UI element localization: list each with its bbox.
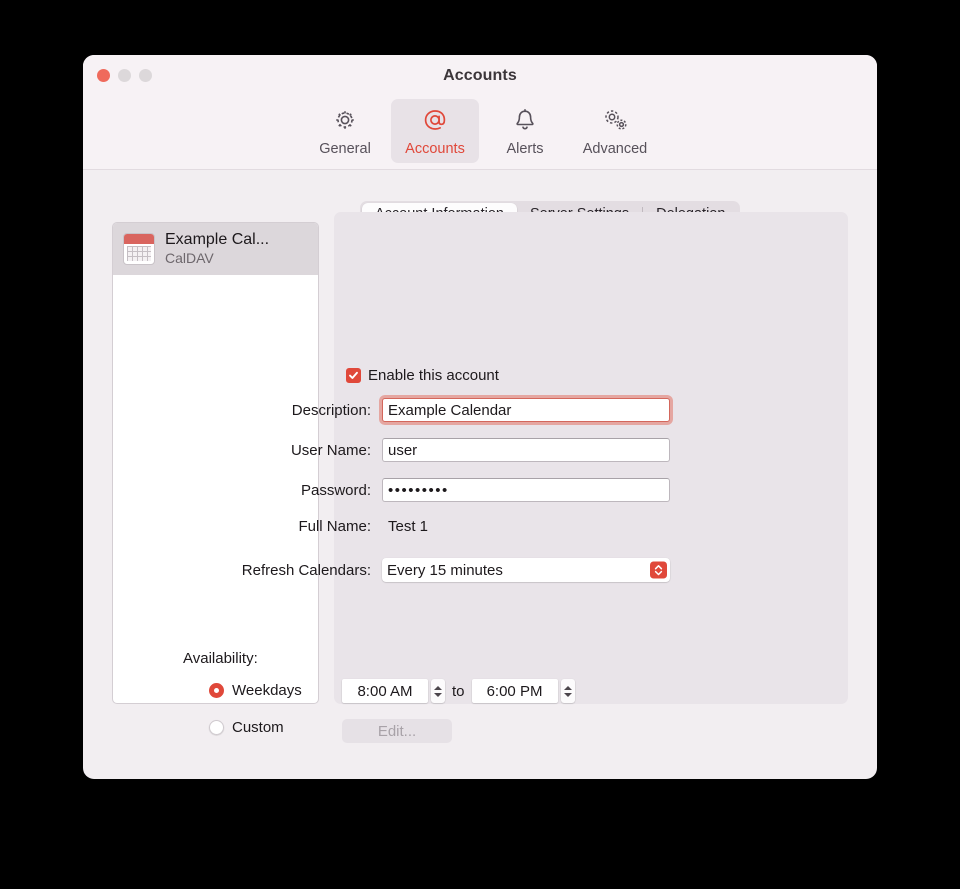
- radio-custom-icon[interactable]: [209, 720, 224, 735]
- to-label: to: [452, 683, 465, 700]
- accounts-preferences-window: Accounts General: [83, 55, 877, 779]
- bell-icon: [512, 106, 538, 134]
- availability-time-range: 8:00 AM to 6:00 PM: [342, 679, 575, 703]
- window-title: Accounts: [83, 67, 877, 85]
- account-name: Example Cal...: [165, 231, 269, 248]
- radio-weekdays-icon[interactable]: [209, 683, 224, 698]
- username-input[interactable]: user: [382, 438, 670, 462]
- toolbar-label-advanced: Advanced: [583, 141, 648, 157]
- custom-radio-row[interactable]: Custom: [209, 719, 284, 736]
- description-row: Description: Example Calendar: [214, 398, 670, 422]
- fullname-row: Full Name: Test 1: [214, 518, 428, 535]
- chevron-updown-icon: [650, 562, 667, 579]
- accounts-list[interactable]: Example Cal... CalDAV: [112, 222, 319, 704]
- username-row: User Name: user: [214, 438, 670, 462]
- toolbar-label-alerts: Alerts: [506, 141, 543, 157]
- toolbar-item-general[interactable]: General: [301, 99, 389, 163]
- toolbar-label-accounts: Accounts: [405, 141, 465, 157]
- edit-button[interactable]: Edit...: [342, 719, 452, 743]
- end-time-stepper[interactable]: [561, 679, 575, 703]
- toolbar-label-general: General: [319, 141, 371, 157]
- description-label: Description:: [214, 402, 371, 419]
- password-row: Password: •••••••••: [214, 478, 670, 502]
- start-time-field[interactable]: 8:00 AM: [342, 679, 428, 703]
- refresh-calendars-label: Refresh Calendars:: [214, 562, 371, 579]
- titlebar: Accounts General: [83, 55, 877, 170]
- description-input[interactable]: Example Calendar: [382, 398, 670, 422]
- refresh-calendars-popup[interactable]: Every 15 minutes: [382, 558, 670, 582]
- password-input[interactable]: •••••••••: [382, 478, 670, 502]
- enable-account-row[interactable]: Enable this account: [346, 367, 499, 384]
- enable-account-label: Enable this account: [368, 367, 499, 384]
- fullname-value: Test 1: [388, 518, 428, 535]
- preferences-toolbar: General Accounts: [83, 99, 877, 163]
- double-gear-icon: [600, 106, 630, 134]
- start-time-stepper[interactable]: [431, 679, 445, 703]
- calendar-icon: [123, 233, 155, 265]
- toolbar-item-accounts[interactable]: Accounts: [391, 99, 479, 163]
- refresh-calendars-value: Every 15 minutes: [387, 562, 503, 579]
- checkbox-icon[interactable]: [346, 368, 361, 383]
- toolbar-item-alerts[interactable]: Alerts: [481, 99, 569, 163]
- at-sign-icon: [421, 106, 449, 134]
- weekdays-radio-row[interactable]: Weekdays: [209, 682, 302, 699]
- gear-icon: [332, 106, 358, 134]
- custom-label: Custom: [232, 719, 284, 736]
- password-label: Password:: [214, 482, 371, 499]
- list-item[interactable]: Example Cal... CalDAV: [113, 223, 318, 275]
- weekdays-label: Weekdays: [232, 682, 302, 699]
- fullname-label: Full Name:: [214, 518, 371, 535]
- window-body: Example Cal... CalDAV + − ? Account Info…: [83, 170, 877, 779]
- account-type: CalDAV: [165, 250, 214, 266]
- toolbar-item-advanced[interactable]: Advanced: [571, 99, 659, 163]
- refresh-calendars-row: Refresh Calendars: Every 15 minutes: [214, 558, 670, 582]
- username-label: User Name:: [214, 442, 371, 459]
- end-time-field[interactable]: 6:00 PM: [472, 679, 558, 703]
- availability-label: Availability:: [183, 650, 258, 667]
